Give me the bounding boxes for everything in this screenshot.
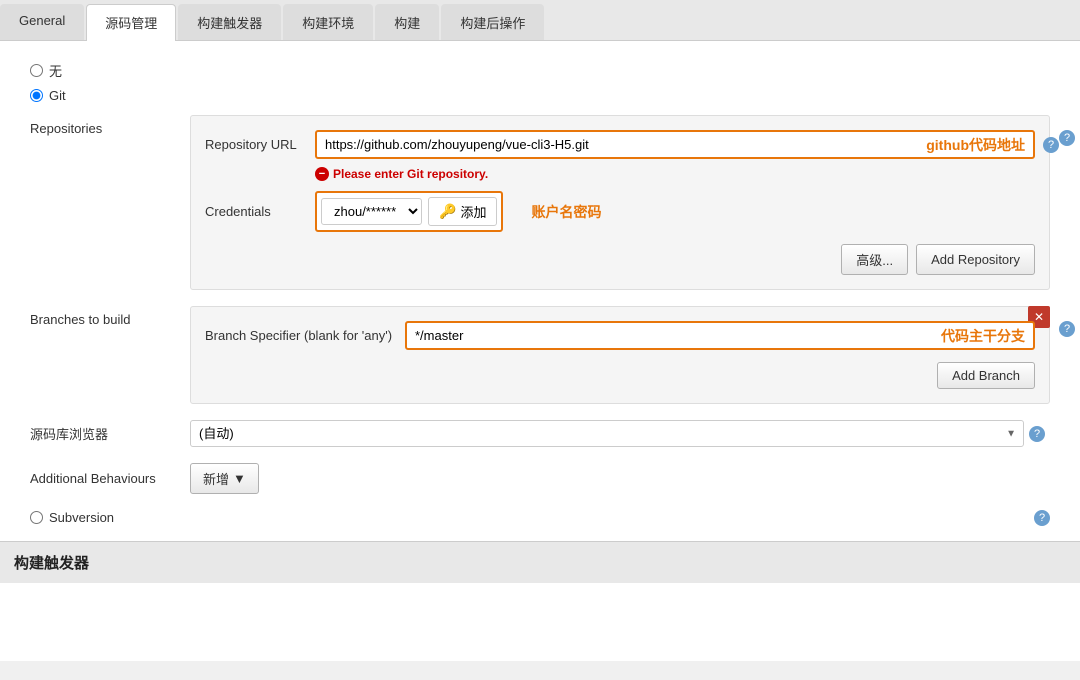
tab-general[interactable]: General bbox=[0, 4, 84, 40]
new-btn-label: 新增 bbox=[203, 469, 229, 488]
radio-svn[interactable] bbox=[30, 511, 43, 524]
scm-radio-group: 无 Git bbox=[30, 61, 1050, 103]
subversion-help-icon[interactable]: ? bbox=[1034, 510, 1050, 526]
error-msg-row: − Please enter Git repository. bbox=[315, 167, 1035, 181]
branch-input[interactable] bbox=[405, 321, 1035, 350]
repositories-section: Repositories Repository URL github代码地址 ?… bbox=[30, 115, 1050, 290]
repo-url-label: Repository URL bbox=[205, 137, 315, 152]
repo-url-input[interactable] bbox=[315, 130, 1035, 159]
radio-git-item: Git bbox=[30, 88, 1050, 103]
radio-git[interactable] bbox=[30, 89, 43, 102]
repo-url-input-wrap: github代码地址 ? bbox=[315, 130, 1035, 159]
repositories-help-icon[interactable]: ? bbox=[1059, 130, 1075, 146]
credentials-select[interactable]: zhou/****** bbox=[321, 198, 422, 225]
credentials-annotation: 账户名密码 bbox=[531, 202, 601, 222]
tab-env[interactable]: 构建环境 bbox=[283, 4, 373, 40]
repo-url-row: Repository URL github代码地址 ? bbox=[205, 130, 1035, 159]
branch-buttons-row: Add Branch bbox=[205, 362, 1035, 389]
credentials-label: Credentials bbox=[205, 204, 315, 219]
subversion-row: Subversion ? bbox=[30, 510, 1050, 525]
tabs-bar: General 源码管理 构建触发器 构建环境 构建 构建后操作 bbox=[0, 0, 1080, 41]
radio-none[interactable] bbox=[30, 64, 43, 77]
radio-none-label: 无 bbox=[49, 61, 62, 80]
key-icon: 🔑 bbox=[439, 203, 456, 220]
branches-content: ✕ Branch Specifier (blank for 'any') 代码主… bbox=[190, 306, 1050, 404]
branches-section: Branches to build ✕ Branch Specifier (bl… bbox=[30, 306, 1050, 404]
add-credentials-button[interactable]: 🔑 添加 bbox=[428, 197, 497, 226]
branch-input-wrap: 代码主干分支 bbox=[405, 321, 1035, 350]
build-trigger-header: 构建触发器 bbox=[0, 541, 1080, 583]
source-browser-label: 源码库浏览器 bbox=[30, 424, 190, 443]
repositories-content: Repository URL github代码地址 ? − Please ent… bbox=[190, 115, 1050, 290]
tab-scm[interactable]: 源码管理 bbox=[86, 4, 176, 41]
repositories-label: Repositories bbox=[30, 115, 190, 290]
repo-url-help-icon[interactable]: ? bbox=[1043, 137, 1059, 153]
tab-build[interactable]: 构建 bbox=[375, 4, 439, 40]
credentials-row: Credentials zhou/****** 🔑 添加 账户名密码 bbox=[205, 191, 1035, 232]
additional-behaviours-label: Additional Behaviours bbox=[30, 471, 190, 486]
main-content: 无 Git Repositories Repository URL github… bbox=[0, 41, 1080, 661]
advanced-button[interactable]: 高级... bbox=[841, 244, 908, 275]
source-browser-help-icon[interactable]: ? bbox=[1029, 426, 1045, 442]
add-repository-button[interactable]: Add Repository bbox=[916, 244, 1035, 275]
branch-specifier-label: Branch Specifier (blank for 'any') bbox=[205, 328, 405, 343]
source-browser-row: 源码库浏览器 (自动) ▼ ? bbox=[30, 420, 1050, 447]
source-browser-select-wrap: (自动) ▼ bbox=[190, 420, 1024, 447]
subversion-label: Subversion bbox=[49, 510, 114, 525]
tab-trigger[interactable]: 构建触发器 bbox=[178, 4, 281, 40]
tab-post-build[interactable]: 构建后操作 bbox=[441, 4, 544, 40]
error-icon: − bbox=[315, 167, 329, 181]
add-btn-label: 添加 bbox=[460, 202, 486, 221]
credentials-select-wrap: zhou/****** 🔑 添加 bbox=[315, 191, 503, 232]
branches-label: Branches to build bbox=[30, 306, 190, 404]
radio-none-item: 无 bbox=[30, 61, 1050, 80]
new-behaviour-button[interactable]: 新增 ▼ bbox=[190, 463, 259, 494]
additional-behaviours-row: Additional Behaviours 新增 ▼ bbox=[30, 463, 1050, 494]
error-text: Please enter Git repository. bbox=[333, 167, 488, 181]
radio-git-label: Git bbox=[49, 88, 66, 103]
source-browser-select[interactable]: (自动) bbox=[190, 420, 1024, 447]
branches-help-icon[interactable]: ? bbox=[1059, 321, 1075, 337]
add-branch-button[interactable]: Add Branch bbox=[937, 362, 1035, 389]
new-btn-arrow-icon: ▼ bbox=[233, 471, 246, 486]
branch-specifier-row: Branch Specifier (blank for 'any') 代码主干分… bbox=[205, 321, 1035, 350]
repo-buttons-row: 高级... Add Repository bbox=[205, 244, 1035, 275]
